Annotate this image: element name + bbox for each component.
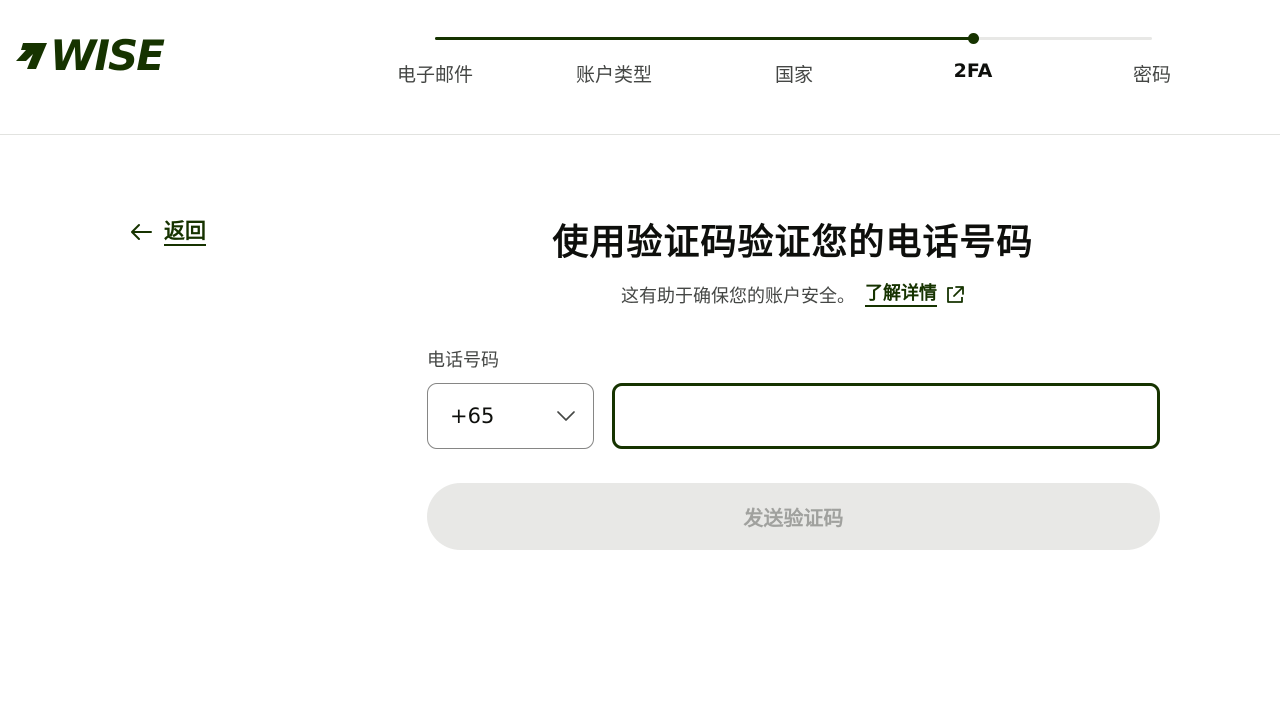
step-account-type: 账户类型 (575, 64, 653, 86)
step-2fa: 2FA (953, 60, 993, 82)
step-email: 电子邮件 (396, 64, 474, 86)
subtitle-text: 这有助于确保您的账户安全。 (621, 286, 855, 307)
phone-number-input[interactable] (612, 383, 1160, 449)
back-link[interactable]: 返回 (130, 218, 206, 246)
wise-logo[interactable]: WISE (14, 31, 165, 80)
arrow-left-icon (131, 224, 152, 240)
brand-name: WISE (50, 31, 165, 80)
progress-track (435, 33, 1152, 44)
page-title: 使用验证码验证您的电话号码 (552, 222, 1034, 263)
top-header: WISE 电子邮件 账户类型 国家 2FA 密码 (0, 0, 1280, 135)
country-code-value: +65 (450, 404, 495, 428)
step-country: 国家 (774, 64, 814, 86)
progress-current-dot (967, 33, 979, 44)
back-label: 返回 (164, 218, 206, 246)
chevron-down-icon (557, 411, 575, 421)
page-subtitle: 这有助于确保您的账户安全。 了解详情 (426, 282, 1160, 308)
send-code-button[interactable]: 发送验证码 (427, 483, 1160, 550)
wise-flag-icon (16, 43, 47, 69)
progress-fill (435, 37, 973, 40)
phone-label: 电话号码 (427, 350, 499, 371)
external-link-icon (947, 286, 964, 303)
learn-more-link[interactable]: 了解详情 (865, 283, 937, 307)
step-password: 密码 (1132, 64, 1172, 86)
country-code-select[interactable]: +65 (427, 383, 594, 449)
learn-more-label: 了解详情 (865, 283, 937, 304)
